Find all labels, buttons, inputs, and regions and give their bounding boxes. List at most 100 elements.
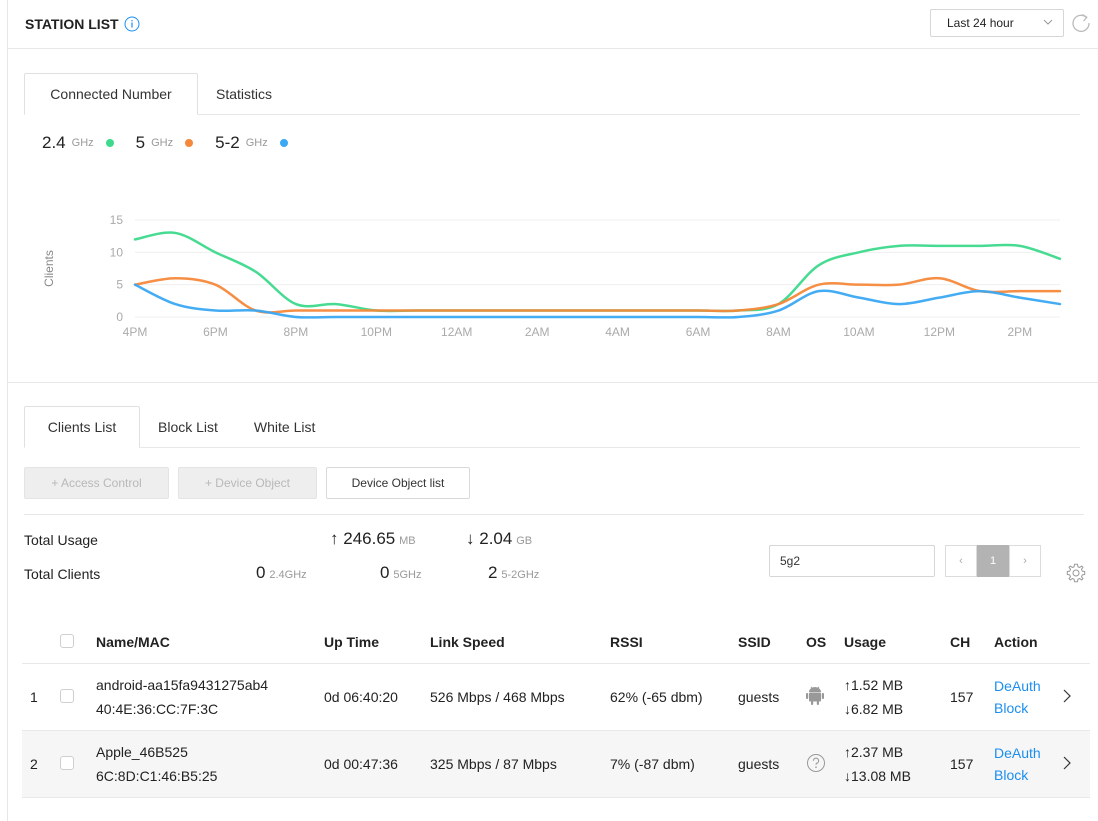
total-usage-label: Total Usage	[24, 532, 98, 548]
client-channel: 157	[950, 663, 994, 731]
tab-connected-number[interactable]: Connected Number	[24, 73, 198, 115]
x-tick-label: 2AM	[525, 325, 550, 339]
info-icon[interactable]	[124, 16, 140, 32]
legend-dot	[279, 139, 288, 147]
clients-5-2ghz-unit: 5-2GHz	[501, 569, 540, 581]
pagination: ‹ 1 ›	[945, 545, 1041, 577]
legend-item-2-4ghz: 2.4 GHz	[42, 133, 114, 153]
clients-2-4ghz: 0 2.4GHz	[256, 563, 307, 583]
client-actions: DeAuth Block	[994, 663, 1062, 731]
client-link-speed: 526 Mbps / 468 Mbps	[430, 663, 610, 731]
table-row[interactable]: 2 Apple_46B525 6C:8D:C1:46:B5:25 0d 00:4…	[22, 730, 1090, 798]
header-name-mac[interactable]: Name/MAC	[96, 621, 324, 664]
row-checkbox[interactable]	[60, 755, 74, 770]
tab-white-list[interactable]: White List	[236, 406, 333, 448]
refresh-icon[interactable]	[1070, 12, 1092, 34]
header-usage[interactable]: Usage	[844, 621, 950, 664]
header-expand	[1062, 621, 1090, 664]
access-control-button[interactable]: + Access Control	[24, 467, 169, 499]
clients-2-4ghz-unit: 2.4GHz	[269, 569, 307, 581]
total-download: ↓ 2.04 GB	[466, 529, 533, 548]
deauth-link[interactable]: DeAuth	[994, 742, 1062, 764]
x-tick-label: 4PM	[123, 325, 148, 339]
block-link[interactable]: Block	[994, 764, 1062, 786]
row-expand[interactable]	[1062, 663, 1090, 731]
tab-clients-list[interactable]: Clients List	[24, 406, 140, 448]
search-input[interactable]	[769, 545, 935, 577]
header-action: Action	[994, 621, 1062, 664]
x-tick-label: 10AM	[843, 325, 874, 339]
toolbar-divider	[24, 514, 1084, 515]
table-row[interactable]: 1 android-aa15fa9431275ab4 40:4E:36:CC:7…	[22, 663, 1090, 731]
table-header-row: Name/MAC Up Time Link Speed RSSI SSID OS…	[22, 621, 1090, 664]
legend-unit-label: GHz	[71, 137, 94, 149]
x-tick-label: 8AM	[766, 325, 791, 339]
clients-5ghz-unit: 5GHz	[393, 569, 422, 581]
legend-dot	[105, 139, 114, 147]
page-1-button[interactable]: 1	[977, 545, 1009, 577]
header-os[interactable]: OS	[806, 621, 844, 664]
legend-unit-label: GHz	[245, 137, 268, 149]
header-uptime[interactable]: Up Time	[324, 621, 430, 664]
list-tabs-divider	[140, 447, 1080, 448]
device-object-list-button[interactable]: Device Object list	[326, 467, 470, 499]
clients-line-chart: 0 5 10 15 4PM 6PM 8PM 10PM 12AM 2AM 4AM 6AM 8AM 10AM 1…	[42, 213, 1062, 339]
select-all-checkbox[interactable]	[60, 633, 74, 648]
prev-page-button[interactable]: ‹	[945, 545, 977, 577]
client-ssid: guests	[738, 663, 806, 731]
x-tick-label: 6PM	[203, 325, 228, 339]
next-page-button[interactable]: ›	[1009, 545, 1041, 577]
header-rssi[interactable]: RSSI	[610, 621, 738, 664]
x-tick-label: 8PM	[284, 325, 309, 339]
clients-5ghz: 0 5GHz	[380, 563, 421, 583]
total-download-unit: GB	[516, 535, 533, 547]
row-checkbox[interactable]	[60, 688, 74, 703]
deauth-link[interactable]: DeAuth	[994, 675, 1062, 697]
row-expand[interactable]	[1062, 730, 1090, 798]
chevron-right-icon[interactable]	[1062, 688, 1072, 704]
clients-5-2ghz-count: 2	[488, 563, 498, 582]
y-axis-label: Clients	[42, 250, 56, 287]
client-usage-down: ↓13.08 MB	[844, 768, 911, 784]
panel-left-border	[7, 0, 8, 821]
block-link[interactable]: Block	[994, 697, 1062, 719]
chart-tabs-divider	[198, 114, 1080, 115]
legend-item-5-2ghz: 5-2 GHz	[215, 133, 288, 153]
client-name: Apple_46B525	[96, 744, 188, 760]
tab-block-list[interactable]: Block List	[140, 406, 236, 448]
time-range-select[interactable]: Last 24 hour	[930, 9, 1064, 37]
header-link-speed[interactable]: Link Speed	[430, 621, 610, 664]
legend-item-5ghz: 5 GHz	[136, 133, 194, 153]
page-title: STATION LIST	[25, 16, 119, 32]
y-tick-label: 0	[116, 310, 123, 324]
chevron-right-icon[interactable]	[1062, 755, 1072, 771]
client-actions: DeAuth Block	[994, 730, 1062, 798]
total-upload-unit: MB	[399, 535, 416, 547]
clients-5ghz-count: 0	[380, 563, 390, 582]
series-line-2	[133, 283, 1062, 319]
header-channel[interactable]: CH	[950, 621, 994, 664]
x-tick-label: 2PM	[1007, 325, 1032, 339]
header-select-all[interactable]	[60, 621, 96, 664]
device-object-button[interactable]: + Device Object	[178, 467, 317, 499]
tab-statistics[interactable]: Statistics	[198, 73, 290, 115]
unknown-os-icon	[807, 753, 825, 772]
client-uptime: 0d 06:40:20	[324, 663, 430, 731]
client-os	[806, 663, 844, 731]
clients-2-4ghz-count: 0	[256, 563, 266, 582]
client-channel: 157	[950, 730, 994, 798]
client-ssid: guests	[738, 730, 806, 798]
client-usage-down: ↓6.82 MB	[844, 701, 904, 717]
gear-icon[interactable]	[1065, 562, 1087, 584]
y-tick-label: 10	[110, 245, 124, 259]
client-uptime: 0d 00:47:36	[324, 730, 430, 798]
row-index: 1	[22, 663, 60, 731]
total-upload-value: 246.65	[343, 529, 396, 548]
list-tabs: Clients List Block List White List	[24, 406, 333, 448]
series-line-0	[133, 231, 1062, 313]
series-line-1	[133, 276, 1062, 314]
total-upload: ↑ 246.65 MB	[330, 529, 416, 548]
header-ssid[interactable]: SSID	[738, 621, 806, 664]
legend-band-label: 2.4	[42, 133, 66, 152]
x-tick-label: 12AM	[441, 325, 472, 339]
